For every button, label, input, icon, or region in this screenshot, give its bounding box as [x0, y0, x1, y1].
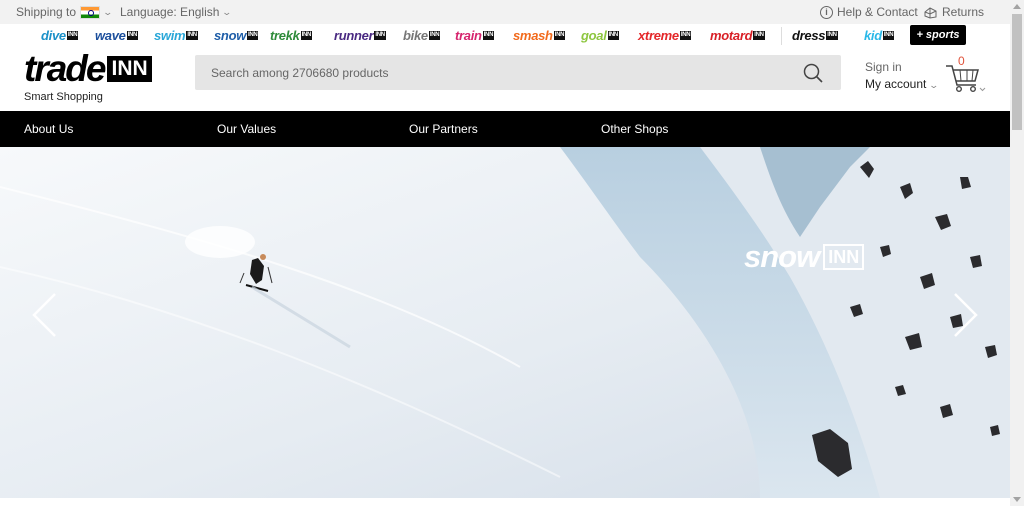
shop-inn-badge: INN — [679, 31, 692, 40]
my-account-label[interactable]: My account ⌄ — [865, 77, 939, 91]
shop-name: wave — [95, 28, 126, 43]
search-bar — [195, 55, 841, 90]
more-sports-button[interactable]: + sports — [910, 25, 966, 45]
cart-icon — [946, 65, 986, 93]
shop-inn-badge: INN — [300, 31, 313, 40]
shop-inn-badge: INN — [482, 31, 495, 40]
returns-icon — [924, 6, 937, 19]
shop-link-kid[interactable]: kid INN — [864, 28, 895, 43]
search-icon[interactable] — [803, 63, 823, 83]
nav-our-partners[interactable]: Our Partners — [409, 122, 478, 136]
returns-link[interactable]: Returns — [923, 5, 984, 19]
shop-name: swim — [154, 28, 186, 43]
info-icon: i — [820, 5, 833, 19]
shop-name: dive — [41, 28, 66, 43]
shop-inn-badge: INN — [186, 31, 198, 40]
shop-inn-badge: INN — [753, 31, 765, 40]
language-label: Language: English — [120, 5, 220, 19]
shop-name: goal — [581, 28, 607, 43]
previous-slide-arrow-icon[interactable] — [30, 292, 60, 338]
shop-name: snow — [214, 28, 247, 43]
shop-link-xtreme[interactable]: xtreme INN — [638, 28, 692, 43]
chevron-down-icon: ⌄ — [221, 6, 233, 17]
nav-other-shops[interactable]: Other Shops — [601, 122, 668, 136]
nav-about-us[interactable]: About Us — [24, 122, 73, 136]
chevron-down-icon: ⌄ — [928, 80, 939, 90]
search-input[interactable] — [195, 55, 785, 90]
shop-name: bike — [403, 28, 428, 43]
shop-inn-badge: INN — [882, 31, 895, 40]
shop-name: smash — [513, 28, 553, 43]
shops-strip: dive INN wave INN swim INN snow INN trekk INN… — [0, 24, 1010, 48]
scroll-down-arrow-icon[interactable] — [1013, 497, 1021, 502]
nav-our-values[interactable]: Our Values — [217, 122, 276, 136]
next-slide-arrow-icon[interactable] — [950, 292, 980, 338]
shop-link-dive[interactable]: dive INN — [41, 28, 79, 43]
shop-link-wave[interactable]: wave INN — [95, 28, 139, 43]
account-menu[interactable]: Sign in My account ⌄ — [865, 60, 939, 91]
shop-inn-badge: INN — [607, 31, 619, 40]
scroll-up-arrow-icon[interactable] — [1013, 4, 1021, 9]
shop-name: dress — [792, 28, 826, 43]
shops-divider — [781, 27, 782, 45]
shop-name: train — [455, 28, 482, 43]
signin-label[interactable]: Sign in — [865, 60, 937, 74]
shop-name: trekk — [270, 28, 300, 43]
language-selector[interactable]: Language: English ⌄ — [120, 5, 233, 19]
shop-link-runner[interactable]: runner INN — [334, 28, 386, 43]
shop-link-trekk[interactable]: trekk INN — [270, 28, 313, 43]
shop-inn-badge: INN — [428, 31, 441, 40]
shop-link-snow[interactable]: snow INN — [214, 28, 259, 43]
logo-text: trade — [24, 48, 106, 89]
shop-link-goal[interactable]: goal INN — [581, 28, 619, 43]
page: Shipping to ⌄ Language: English ⌄ i Help… — [0, 0, 1024, 506]
help-contact-label: Help & Contact — [837, 5, 918, 19]
tagline: Smart Shopping — [24, 91, 103, 103]
shop-inn-badge: INN — [126, 31, 139, 40]
my-account-text: My account — [865, 77, 927, 91]
shop-link-bike[interactable]: bike INN — [403, 28, 441, 43]
shop-name: kid — [864, 28, 882, 43]
shop-link-motard[interactable]: motard INN — [710, 28, 765, 43]
help-contact-link[interactable]: i Help & Contact — [820, 5, 918, 19]
shop-link-smash[interactable]: smash INN — [513, 28, 566, 43]
shop-inn-badge: INN — [826, 31, 838, 40]
shop-name: motard — [710, 28, 753, 43]
shop-inn-badge: INN — [66, 31, 79, 40]
tradeinn-logo[interactable]: trade INN — [24, 50, 152, 88]
hero-brand-main: snow — [744, 239, 820, 274]
shop-name: xtreme — [638, 28, 679, 43]
shop-inn-badge: INN — [553, 31, 566, 40]
logo-inn-badge: INN — [107, 56, 152, 82]
scrollbar-thumb[interactable] — [1012, 14, 1022, 130]
shop-inn-badge: INN — [247, 31, 259, 40]
top-utility-bar: Shipping to ⌄ Language: English ⌄ i Help… — [0, 0, 1010, 24]
shop-link-train[interactable]: train INN — [455, 28, 495, 43]
main-nav: About Us Our Values Our Partners Other S… — [0, 111, 1010, 147]
cart-button[interactable]: 0 — [945, 54, 987, 94]
india-flag-icon — [80, 5, 101, 19]
shop-name: runner — [334, 28, 374, 43]
chevron-down-icon: ⌄ — [102, 6, 114, 17]
hero-snow-image — [0, 147, 1010, 498]
shipping-selector[interactable]: Shipping to ⌄ — [16, 5, 114, 19]
shop-link-dress[interactable]: dress INN — [792, 28, 838, 43]
hero-carousel[interactable]: snow INN — [0, 147, 1010, 498]
cart-count: 0 — [958, 54, 965, 68]
hero-brand-inn: INN — [823, 244, 865, 270]
snowinn-brand-logo: snow INN — [744, 239, 865, 275]
shipping-label: Shipping to — [16, 5, 77, 19]
page-scrollbar[interactable] — [1010, 0, 1024, 506]
shop-link-swim[interactable]: swim INN — [154, 28, 198, 43]
returns-label: Returns — [942, 5, 985, 19]
shop-inn-badge: INN — [374, 31, 386, 40]
